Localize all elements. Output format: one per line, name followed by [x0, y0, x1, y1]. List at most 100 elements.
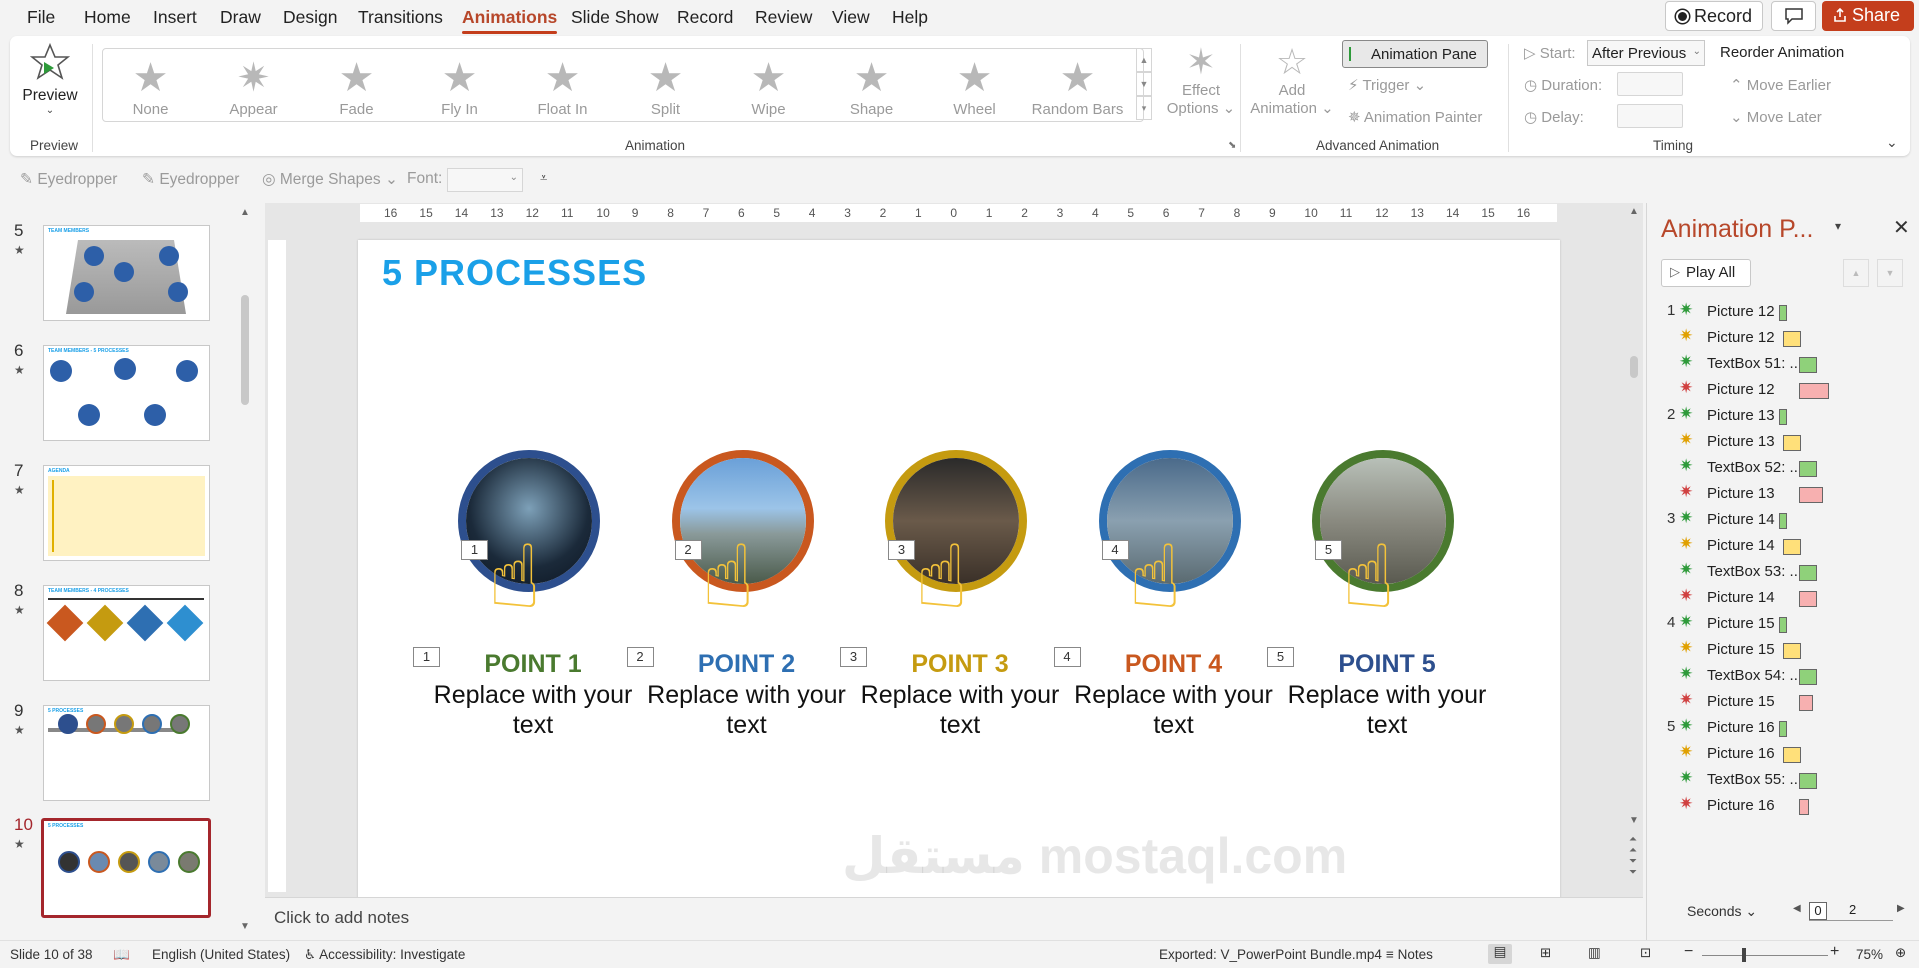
editor-scroll-up[interactable]: ▲ [1629, 206, 1639, 217]
preview-button[interactable]: Preview ⌄ [22, 42, 78, 122]
anim-wipe[interactable]: ★ Wipe [721, 57, 816, 118]
timeline-bar[interactable] [1783, 747, 1801, 763]
animation-item[interactable]: ✷ Picture 16 [1647, 741, 1919, 767]
menu-home[interactable]: Home [84, 7, 131, 28]
timeline-bar[interactable] [1799, 669, 1817, 685]
fit-slide-icon[interactable]: ⊕ [1895, 945, 1906, 961]
gallery-up-button[interactable]: ▲ [1136, 48, 1152, 72]
menu-review[interactable]: Review [755, 7, 812, 28]
menu-design[interactable]: Design [283, 7, 337, 28]
animation-item[interactable]: 4 ✷ Picture 15 [1647, 611, 1919, 637]
timeline-bar[interactable] [1783, 331, 1801, 347]
move-up-button[interactable]: ▲ [1843, 259, 1869, 287]
animation-item[interactable]: ✷ Picture 16 [1647, 793, 1919, 819]
anim-shape[interactable]: ★ Shape [824, 57, 919, 118]
animation-item[interactable]: ✷ Picture 14 [1647, 585, 1919, 611]
point-1-title[interactable]: POINT 1 [433, 650, 633, 679]
timeline-bar[interactable] [1779, 721, 1787, 737]
timeline-left-button[interactable]: ◀ [1793, 903, 1801, 914]
slide-title[interactable]: 5 PROCESSES [382, 252, 647, 294]
notes-area[interactable]: Click to add notes [265, 897, 1643, 940]
timeline-bar[interactable] [1779, 617, 1787, 633]
thumbnail-slide-9[interactable]: 5 PROCESSES [43, 705, 210, 801]
pane-options-icon[interactable]: ▾ [1835, 219, 1841, 233]
eyedropper-button-2[interactable]: ✎ Eyedropper [142, 170, 239, 189]
animation-item[interactable]: 3 ✷ Picture 14 [1647, 507, 1919, 533]
thumbnail-slide-5[interactable]: TEAM MEMBERS [43, 225, 210, 321]
play-all-button[interactable]: ▷ Play All [1661, 259, 1751, 287]
menu-file[interactable]: File [27, 7, 55, 28]
timeline-bar[interactable] [1779, 409, 1787, 425]
timeline-bar[interactable] [1779, 513, 1787, 529]
delay-input[interactable] [1617, 104, 1683, 128]
animation-item[interactable]: 2 ✷ Picture 13 [1647, 403, 1919, 429]
move-earlier-button[interactable]: ⌃ Move Earlier [1730, 76, 1831, 94]
seconds-dropdown[interactable]: Seconds ⌄ [1687, 903, 1757, 920]
animation-item[interactable]: ✷ Picture 12 [1647, 325, 1919, 351]
move-later-button[interactable]: ⌄ Move Later [1730, 108, 1822, 126]
zoom-out-button[interactable]: − [1684, 943, 1693, 961]
timeline-bar[interactable] [1799, 565, 1817, 581]
zoom-in-button[interactable]: + [1830, 943, 1839, 961]
slide-info[interactable]: Slide 10 of 38 [10, 947, 93, 962]
gallery-more-button[interactable]: ▾ [1136, 96, 1152, 120]
record-button[interactable]: Record [1665, 1, 1763, 31]
merge-shapes-button[interactable]: ◎ Merge Shapes ⌄ [262, 170, 398, 189]
menu-transitions[interactable]: Transitions [358, 7, 443, 28]
editor-scroll-down[interactable]: ▼ [1629, 815, 1639, 826]
zoom-level[interactable]: 75% [1856, 947, 1883, 962]
close-icon[interactable]: ✕ [1893, 215, 1910, 240]
menu-record[interactable]: Record [677, 7, 733, 28]
animation-item[interactable]: ✷ TextBox 55: ... [1647, 767, 1919, 793]
anim-fly-in[interactable]: ★ Fly In [412, 57, 507, 118]
trigger-button[interactable]: ⚡ Trigger ⌄ [1348, 76, 1426, 94]
animation-painter-button[interactable]: ✵ Animation Painter [1348, 108, 1482, 126]
customize-toolbar-icon[interactable]: ⩡ [540, 170, 547, 186]
timeline-bar[interactable] [1799, 357, 1817, 373]
duration-input[interactable] [1617, 72, 1683, 96]
pointing-hand-icon[interactable]: ☝ [488, 530, 542, 624]
timeline-bar[interactable] [1783, 435, 1801, 451]
point-3-text[interactable]: Replace with your text [860, 680, 1060, 740]
spell-check-icon[interactable]: 📖 [113, 947, 130, 963]
pointing-hand-icon[interactable]: ☝ [1129, 530, 1183, 624]
zoom-slider-thumb[interactable] [1742, 948, 1746, 962]
animation-item[interactable]: 5 ✷ Picture 16 [1647, 715, 1919, 741]
menu-view[interactable]: View [832, 7, 870, 28]
scroll-up-button[interactable]: ▲ [240, 207, 250, 218]
timeline-bar[interactable] [1799, 773, 1817, 789]
anim-split[interactable]: ★ Split [618, 57, 713, 118]
collapse-ribbon-icon[interactable]: ⌄ [1886, 134, 1898, 151]
thumbnail-slide-10[interactable]: 5 PROCESSES [41, 818, 211, 918]
anim-fade[interactable]: ★ Fade [309, 57, 404, 118]
timeline-bar[interactable] [1799, 695, 1813, 711]
animation-item[interactable]: ✷ Picture 13 [1647, 481, 1919, 507]
point-3-title[interactable]: POINT 3 [860, 650, 1060, 679]
menu-draw[interactable]: Draw [220, 7, 261, 28]
point-2-text[interactable]: Replace with your text [647, 680, 847, 740]
font-select[interactable]: ⌄ [447, 168, 523, 192]
thumbnail-slide-7[interactable]: AGENDA [43, 465, 210, 561]
animation-pane-button[interactable]: Animation Pane [1342, 40, 1488, 68]
share-button[interactable]: Share [1822, 1, 1914, 31]
anim-none[interactable]: ★ None [103, 57, 198, 118]
timeline-bar[interactable] [1799, 383, 1829, 399]
anim-wheel[interactable]: ★ Wheel [927, 57, 1022, 118]
slide-sorter-icon[interactable]: ⊞ [1540, 945, 1551, 961]
animation-item[interactable]: ✷ Picture 12 [1647, 377, 1919, 403]
menu-insert[interactable]: Insert [153, 7, 197, 28]
point-5-text[interactable]: Replace with your text [1287, 680, 1487, 740]
slide-show-icon[interactable]: ⊡ [1640, 945, 1651, 961]
animation-item[interactable]: ✷ TextBox 53: ... [1647, 559, 1919, 585]
anim-appear[interactable]: ✷ Appear [206, 57, 301, 118]
pointing-hand-icon[interactable]: ☝ [702, 530, 756, 624]
normal-view-icon[interactable]: ▤ [1488, 944, 1512, 964]
animation-item[interactable]: 1 ✷ Picture 12 [1647, 299, 1919, 325]
pointing-hand-icon[interactable]: ☝ [915, 530, 969, 624]
zoom-slider[interactable] [1702, 955, 1828, 956]
animation-item[interactable]: ✷ TextBox 52: ... [1647, 455, 1919, 481]
slide-canvas[interactable]: 5 PROCESSES ☝ 1 1 POINT 1 Replace with your … [358, 240, 1560, 900]
point-1-text[interactable]: Replace with your text [433, 680, 633, 740]
editor-scrollbar[interactable] [1630, 356, 1638, 378]
menu-animations[interactable]: Animations [462, 7, 558, 34]
